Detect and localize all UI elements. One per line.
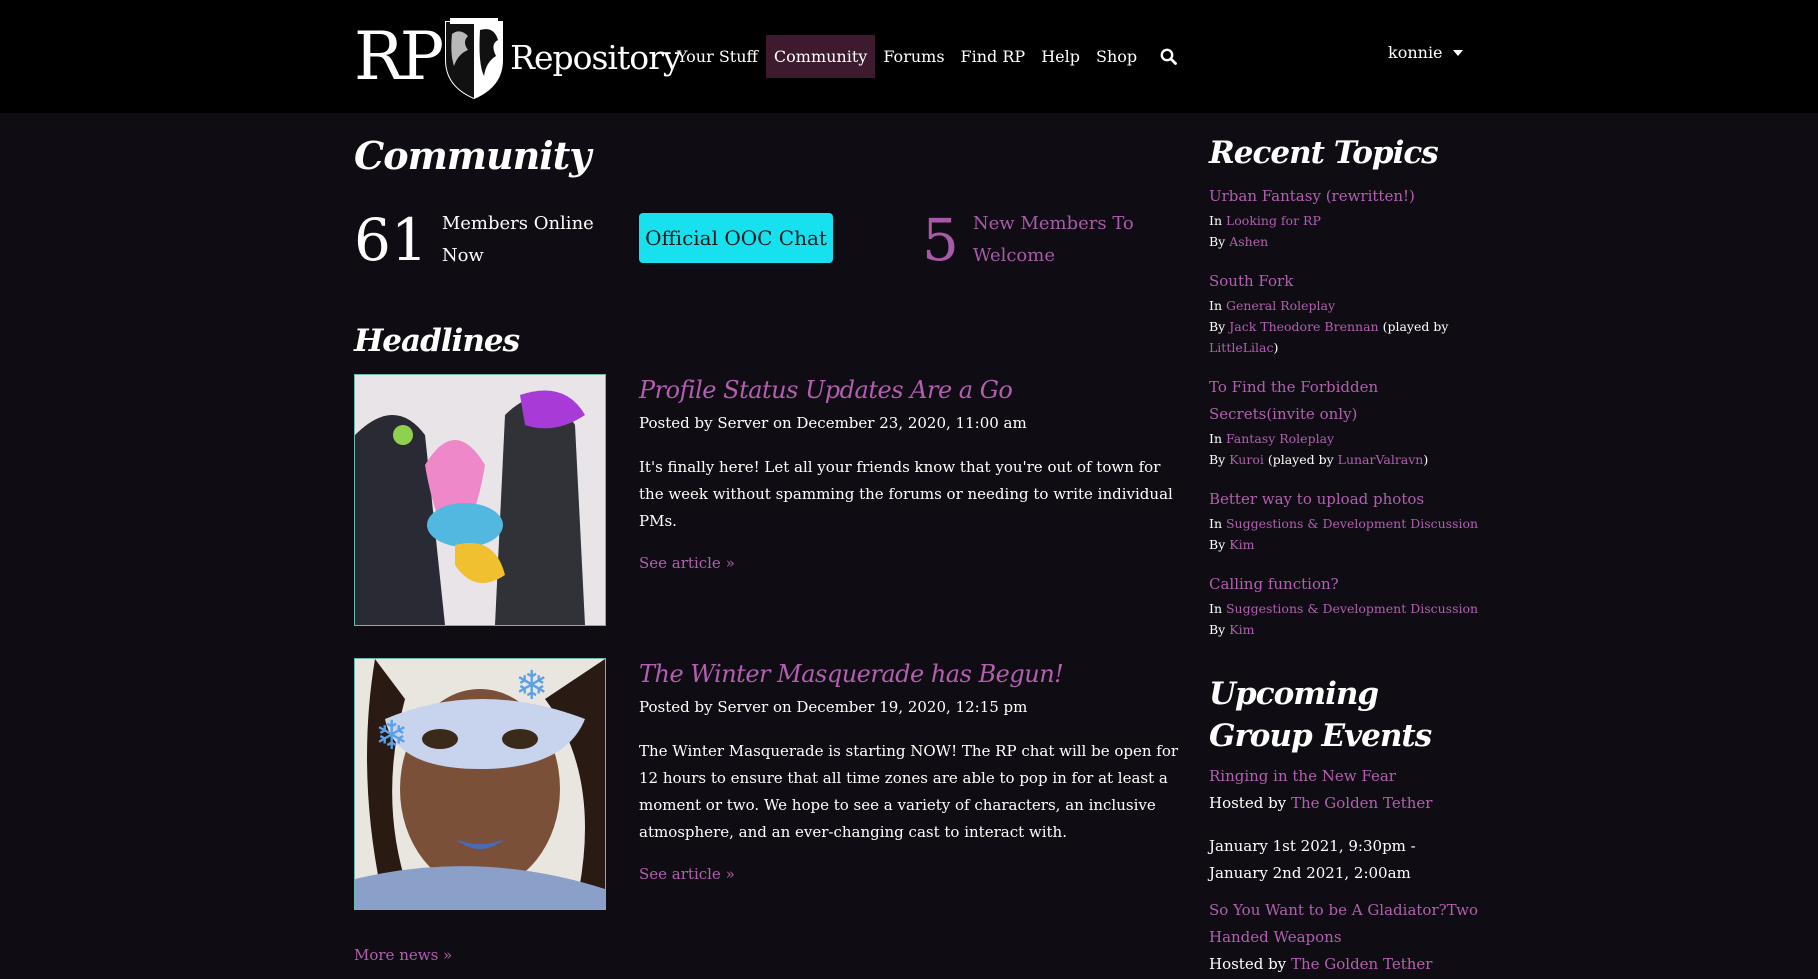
nav-help[interactable]: Help [1033,35,1088,78]
search-icon[interactable] [1145,35,1191,78]
see-article-link[interactable]: See article » [639,865,735,883]
caret-down-icon [1452,49,1463,56]
members-online-label: Members Online Now [441,213,594,266]
members-online-stat: 61 Members Online Now [354,208,602,272]
headlines-heading: Headlines [354,323,520,359]
members-online-count: 61 [354,206,428,274]
event-item: So You Want to be A Gladiator?Two Handed… [1209,897,1479,978]
in-label: In [1209,516,1222,531]
topic-title-link[interactable]: Urban Fantasy (rewritten!) [1209,187,1415,205]
recent-topic-item: Calling function? In Suggestions & Devel… [1209,571,1479,640]
article-thumbnail[interactable]: ❄ ❄ [354,658,606,910]
user-menu-dropdown[interactable]: konnie [1388,43,1463,62]
played-by-suffix: ) [1273,340,1279,355]
username: konnie [1388,43,1443,62]
hosted-by-label: Hosted by [1209,955,1287,973]
nav-your-stuff[interactable]: Your Stuff [669,35,766,78]
event-title-link[interactable]: Ringing in the New Fear [1209,767,1396,785]
by-label: By [1209,319,1226,334]
forum-link[interactable]: Looking for RP [1226,213,1321,228]
topic-title-link[interactable]: Better way to upload photos [1209,490,1424,508]
logo-repository-text: Repository [510,37,681,77]
author-link[interactable]: Jack Theodore Brennan [1229,319,1378,334]
nav-forums[interactable]: Forums [875,35,952,78]
article-title[interactable]: The Winter Masquerade has Begun! [639,660,1184,688]
recent-topic-item: To Find the Forbidden Secrets(invite onl… [1209,374,1479,470]
in-label: In [1209,298,1222,313]
new-members-count: 5 [922,206,959,274]
more-news-link[interactable]: More news » [354,946,452,964]
recent-topic-item: South Fork In General Roleplay By Jack T… [1209,268,1479,358]
event-title-link[interactable]: So You Want to be A Gladiator?Two Handed… [1209,901,1478,946]
article-summary: The Winter Masquerade is starting NOW! T… [639,742,1179,841]
site-logo[interactable]: RP Repository [354,12,682,102]
article-meta: Posted by Server on December 19, 2020, 1… [639,698,1028,716]
topic-title-link[interactable]: To Find the Forbidden Secrets(invite onl… [1209,378,1378,423]
nav-community[interactable]: Community [765,35,876,78]
in-label: In [1209,213,1222,228]
by-label: By [1209,622,1226,637]
forum-link[interactable]: Suggestions & Development Discussion [1226,516,1478,531]
page-title: Community [354,133,591,178]
event-host-link[interactable]: The Golden Tether [1291,794,1432,812]
article-meta: Posted by Server on December 23, 2020, 1… [639,414,1027,432]
forum-link[interactable]: General Roleplay [1226,298,1335,313]
headline-article: Profile Status Updates Are a Go Posted b… [354,374,1184,626]
event-host-link[interactable]: The Golden Tether [1291,955,1432,973]
official-ooc-chat-button[interactable]: Official OOC Chat [639,213,833,263]
by-label: By [1209,452,1226,467]
recent-topic-item: Better way to upload photos In Suggestio… [1209,486,1479,555]
played-by-prefix: (played by [1382,319,1449,334]
played-by-prefix: (played by [1267,452,1334,467]
topic-title-link[interactable]: South Fork [1209,272,1293,290]
author-link[interactable]: Kim [1229,622,1254,637]
author-link[interactable]: Kim [1229,537,1254,552]
event-item: Ringing in the New Fear Hosted by The Go… [1209,763,1479,887]
article-summary: It's finally here! Let all your friends … [639,458,1173,530]
in-label: In [1209,431,1222,446]
upcoming-events-heading: Upcoming Group Events [1209,676,1432,754]
logo-rp-text: RP [354,18,444,95]
svg-text:❄: ❄ [375,713,409,759]
recent-topic-item: Urban Fantasy (rewritten!) In Looking fo… [1209,183,1479,252]
main-nav: Your Stuff Community Forums Find RP Help… [669,35,1191,78]
player-link[interactable]: LittleLilac [1209,340,1274,355]
article-title[interactable]: Profile Status Updates Are a Go [639,376,1184,404]
nav-find-rp[interactable]: Find RP [953,35,1034,78]
svg-text:❄: ❄ [515,663,549,709]
played-by-suffix: ) [1423,452,1429,467]
nav-shop[interactable]: Shop [1088,35,1145,78]
article-body: Profile Status Updates Are a Go Posted b… [639,374,1184,572]
shield-crest-icon [445,18,504,100]
author-link[interactable]: Ashen [1229,234,1268,249]
by-label: By [1209,537,1226,552]
top-navbar: RP Repository Your Stuff Community Forum… [0,0,1818,113]
new-members-label: New Members To Welcome [972,213,1134,266]
topic-title-link[interactable]: Calling function? [1209,575,1339,593]
author-link[interactable]: Kuroi [1229,452,1264,467]
recent-topics-heading: Recent Topics [1209,135,1439,171]
by-label: By [1209,234,1226,249]
hosted-by-label: Hosted by [1209,794,1287,812]
forum-link[interactable]: Suggestions & Development Discussion [1226,601,1478,616]
article-thumbnail[interactable] [354,374,606,626]
forum-link[interactable]: Fantasy Roleplay [1226,431,1334,446]
see-article-link[interactable]: See article » [639,554,735,572]
new-members-stat[interactable]: 5 New Members To Welcome [922,208,1143,272]
in-label: In [1209,601,1222,616]
event-date: January 1st 2021, 9:30pm - January 2nd 2… [1209,837,1416,882]
player-link[interactable]: LunarValravn [1338,452,1424,467]
article-body: The Winter Masquerade has Begun! Posted … [639,658,1184,883]
headline-article: ❄ ❄ The Winter Masquerade has Begun! Pos… [354,658,1184,910]
